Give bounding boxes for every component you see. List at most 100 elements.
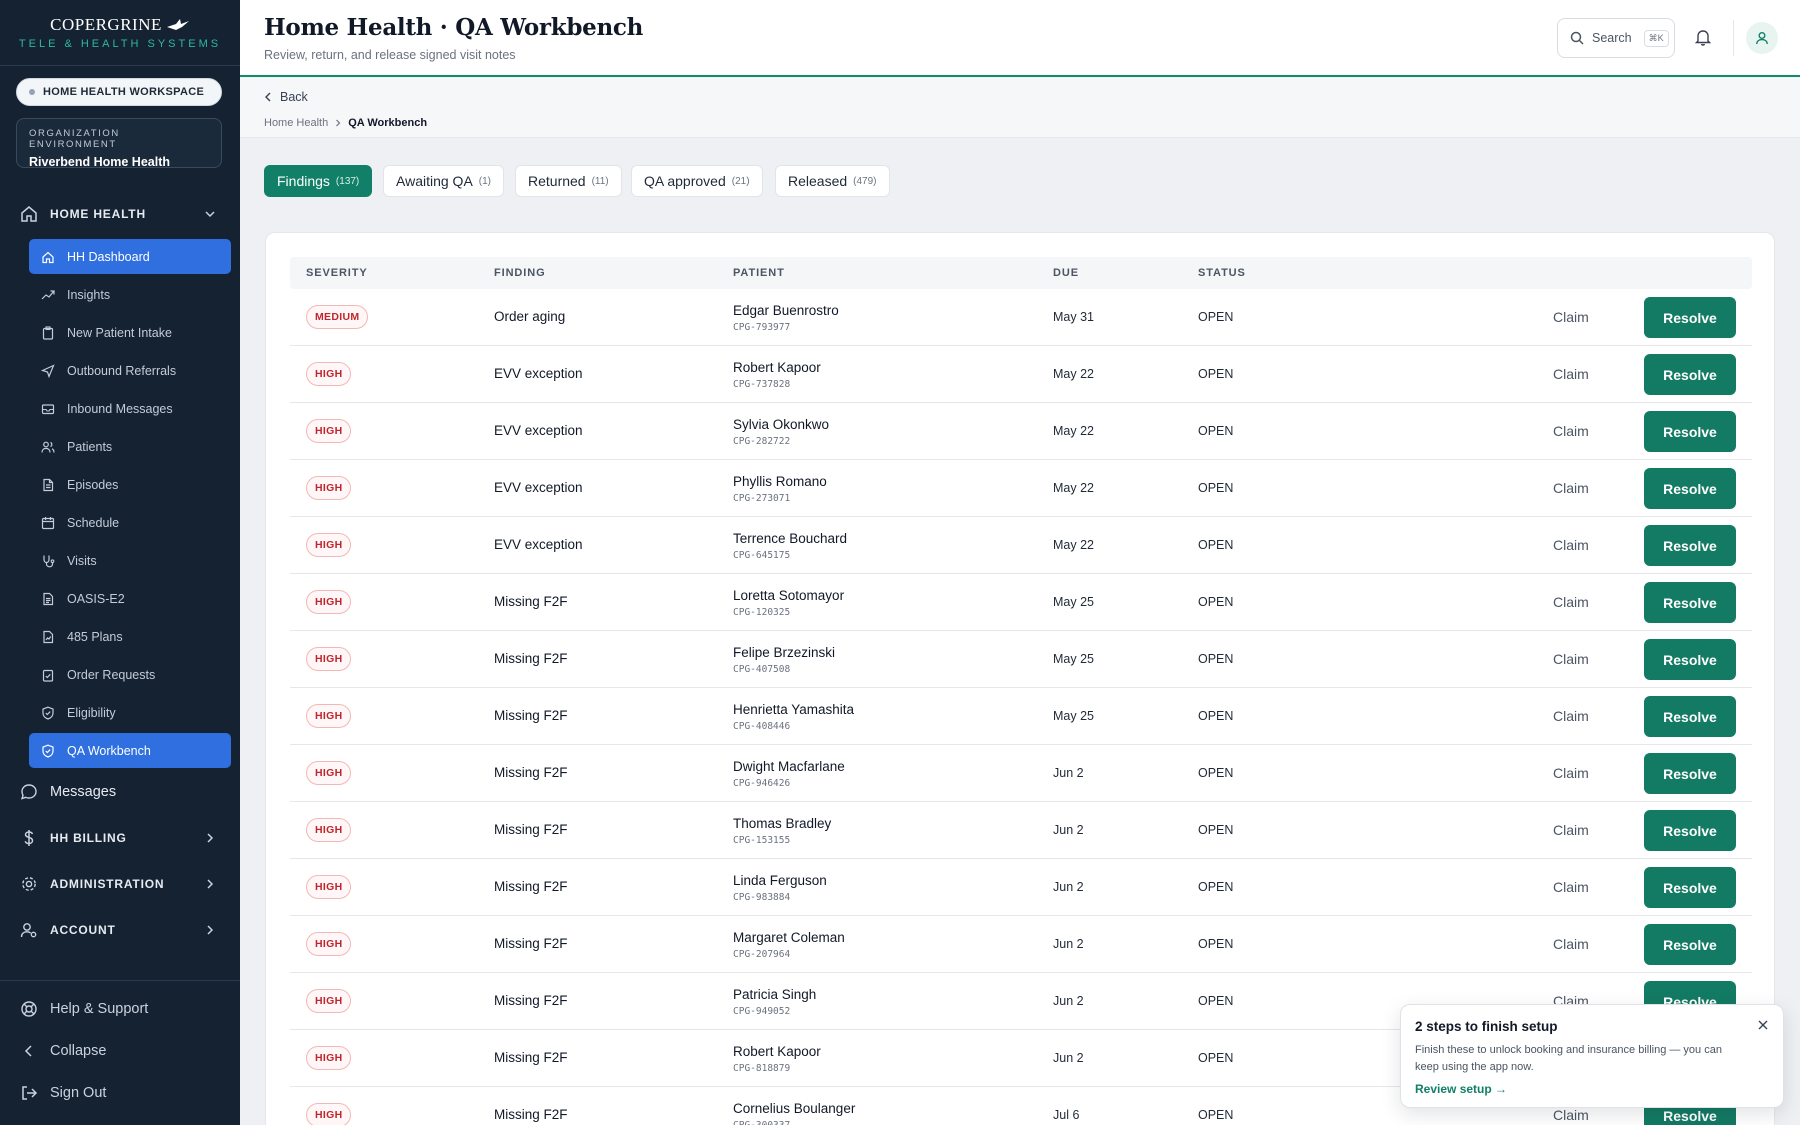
sign-out-button[interactable]: Sign Out	[0, 1074, 240, 1112]
patient-name[interactable]: Edgar Buenrostro	[733, 303, 839, 318]
patient-name[interactable]: Patricia Singh	[733, 987, 816, 1002]
finding-type: Missing F2F	[494, 822, 568, 837]
claim-button[interactable]: Claim	[1553, 309, 1589, 325]
column-header-status[interactable]: STATUS	[1198, 267, 1246, 279]
status-label: OPEN	[1198, 595, 1234, 609]
tab-returned[interactable]: Returned (11)	[515, 165, 622, 197]
table-row[interactable]: HIGH Missing F2F Linda Ferguson CPG-983884 J…	[290, 859, 1752, 916]
tab-awaiting-qa[interactable]: Awaiting QA (1)	[383, 165, 505, 197]
table-row[interactable]: HIGH Missing F2F Dwight Macfarlane CPG-9464…	[290, 745, 1752, 802]
claim-button[interactable]: Claim	[1553, 480, 1589, 496]
help-support-link[interactable]: Help & Support	[0, 990, 240, 1028]
claim-button[interactable]: Claim	[1553, 765, 1589, 781]
table-header: SEVERITY FINDING PATIENT DUE STATUS	[290, 257, 1752, 289]
tab-qa-approved[interactable]: QA approved (21)	[631, 165, 763, 197]
sidebar-item-qa-workbench[interactable]: QA Workbench	[29, 733, 231, 768]
table-row[interactable]: HIGH Missing F2F Henrietta Yamashita CPG-40…	[290, 688, 1752, 745]
resolve-button[interactable]: Resolve	[1644, 696, 1736, 737]
sidebar-item-order-requests[interactable]: Order Requests	[29, 657, 231, 692]
review-setup-link[interactable]: Review setup →	[1415, 1082, 1769, 1096]
table-row[interactable]: HIGH EVV exception Terrence Bouchard CPG-64…	[290, 517, 1752, 574]
sidebar-item-eligibility[interactable]: Eligibility	[29, 695, 231, 730]
search-button[interactable]: Search ⌘K	[1557, 18, 1675, 58]
patient-id: CPG-407508	[733, 664, 791, 675]
sidebar-item-visits[interactable]: Visits	[29, 543, 231, 578]
patient-name[interactable]: Dwight Macfarlane	[733, 759, 845, 774]
claim-button[interactable]: Claim	[1553, 936, 1589, 952]
table-row[interactable]: HIGH EVV exception Phyllis Romano CPG-27307…	[290, 460, 1752, 517]
sidebar-item-label: Schedule	[67, 515, 120, 530]
patient-name[interactable]: Cornelius Boulanger	[733, 1101, 855, 1116]
close-icon[interactable]	[1757, 1019, 1769, 1031]
claim-button[interactable]: Claim	[1553, 594, 1589, 610]
user-avatar[interactable]	[1746, 22, 1778, 54]
nav-section-account[interactable]: ACCOUNT	[0, 912, 240, 948]
resolve-button[interactable]: Resolve	[1644, 924, 1736, 965]
org-environment-selector[interactable]: ORGANIZATION ENVIRONMENT Riverbend Home …	[16, 118, 222, 169]
workspace-switcher[interactable]: HOME HEALTH WORKSPACE	[16, 78, 222, 106]
patient-name[interactable]: Terrence Bouchard	[733, 531, 847, 546]
nav-section-administration[interactable]: ADMINISTRATION	[0, 866, 240, 902]
severity-badge: HIGH	[306, 932, 352, 956]
tab-findings[interactable]: Findings (137)	[264, 165, 373, 197]
column-header-patient[interactable]: PATIENT	[733, 267, 785, 279]
sidebar-item-inbound-messages[interactable]: Inbound Messages	[29, 391, 231, 426]
patient-name[interactable]: Felipe Brzezinski	[733, 645, 835, 660]
sidebar-item-patients[interactable]: Patients	[29, 429, 231, 464]
patient-name[interactable]: Loretta Sotomayor	[733, 588, 844, 603]
patient-name[interactable]: Henrietta Yamashita	[733, 702, 854, 717]
sidebar-item-oasis-e2[interactable]: OASIS-E2	[29, 581, 231, 616]
resolve-button[interactable]: Resolve	[1644, 525, 1736, 566]
patient-name[interactable]: Sylvia Okonkwo	[733, 417, 829, 432]
resolve-button[interactable]: Resolve	[1644, 753, 1736, 794]
resolve-button[interactable]: Resolve	[1644, 411, 1736, 452]
sidebar-item-episodes[interactable]: Episodes	[29, 467, 231, 502]
resolve-button[interactable]: Resolve	[1644, 639, 1736, 680]
tab-released[interactable]: Released (479)	[775, 165, 890, 197]
breadcrumb-parent[interactable]: Home Health	[264, 117, 328, 129]
claim-button[interactable]: Claim	[1553, 423, 1589, 439]
table-row[interactable]: HIGH EVV exception Robert Kapoor CPG-737828…	[290, 346, 1752, 403]
resolve-button[interactable]: Resolve	[1644, 468, 1736, 509]
patient-name[interactable]: Margaret Coleman	[733, 930, 845, 945]
table-row[interactable]: HIGH Missing F2F Loretta Sotomayor CPG-1203…	[290, 574, 1752, 631]
patient-name[interactable]: Robert Kapoor	[733, 360, 821, 375]
column-header-severity[interactable]: SEVERITY	[306, 267, 368, 279]
file-icon	[43, 478, 54, 491]
column-header-due[interactable]: DUE	[1053, 267, 1079, 279]
bell-icon[interactable]	[1694, 28, 1712, 46]
resolve-button[interactable]: Resolve	[1644, 297, 1736, 338]
collapse-sidebar-button[interactable]: Collapse	[0, 1032, 240, 1070]
nav-messages[interactable]: Messages	[0, 774, 240, 810]
table-row[interactable]: HIGH Missing F2F Thomas Bradley CPG-153155 J…	[290, 802, 1752, 859]
back-link[interactable]: Back	[264, 90, 308, 104]
sidebar-item-outbound-referrals[interactable]: Outbound Referrals	[29, 353, 231, 388]
claim-button[interactable]: Claim	[1553, 708, 1589, 724]
resolve-button[interactable]: Resolve	[1644, 867, 1736, 908]
table-row[interactable]: HIGH EVV exception Sylvia Okonkwo CPG-28272…	[290, 403, 1752, 460]
claim-button[interactable]: Claim	[1553, 651, 1589, 667]
claim-button[interactable]: Claim	[1553, 879, 1589, 895]
claim-button[interactable]: Claim	[1553, 537, 1589, 553]
resolve-button[interactable]: Resolve	[1644, 582, 1736, 623]
claim-button[interactable]: Claim	[1553, 366, 1589, 382]
claim-button[interactable]: Claim	[1553, 1107, 1589, 1123]
table-row[interactable]: HIGH Missing F2F Felipe Brzezinski CPG-4075…	[290, 631, 1752, 688]
table-row[interactable]: HIGH Missing F2F Margaret Coleman CPG-20796…	[290, 916, 1752, 973]
resolve-button[interactable]: Resolve	[1644, 354, 1736, 395]
sidebar-item-new-patient-intake[interactable]: New Patient Intake	[29, 315, 231, 350]
column-header-finding[interactable]: FINDING	[494, 267, 546, 279]
sidebar-item-485-plans[interactable]: 485 Plans	[29, 619, 231, 654]
nav-section-home-health[interactable]: HOME HEALTH	[0, 196, 240, 232]
sidebar-item-schedule[interactable]: Schedule	[29, 505, 231, 540]
sidebar-item-hh-dashboard[interactable]: HH Dashboard	[29, 239, 231, 274]
claim-button[interactable]: Claim	[1553, 822, 1589, 838]
nav-section-hh-billing[interactable]: HH BILLING	[0, 820, 240, 856]
sidebar-item-insights[interactable]: Insights	[29, 277, 231, 312]
patient-name[interactable]: Linda Ferguson	[733, 873, 827, 888]
resolve-button[interactable]: Resolve	[1644, 810, 1736, 851]
patient-name[interactable]: Robert Kapoor	[733, 1044, 821, 1059]
patient-name[interactable]: Phyllis Romano	[733, 474, 827, 489]
table-row[interactable]: MEDIUM Order aging Edgar Buenrostro CPG-793…	[290, 289, 1752, 346]
patient-name[interactable]: Thomas Bradley	[733, 816, 831, 831]
